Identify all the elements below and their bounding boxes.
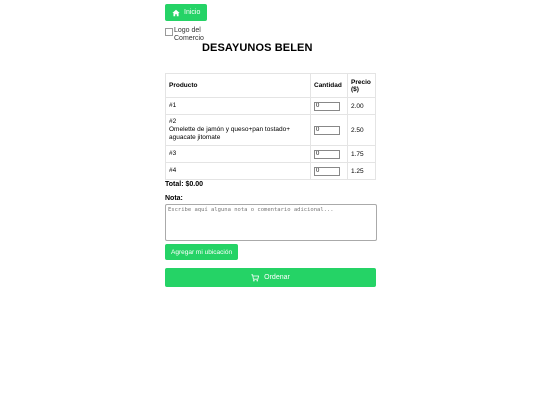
table-row: #2 Omelette de jamón y queso+pan tostado… xyxy=(165,114,376,146)
price-cell: 2.00 xyxy=(347,97,376,115)
cart-icon xyxy=(251,273,260,281)
home-icon xyxy=(172,9,180,16)
price-cell: 1.25 xyxy=(347,162,376,180)
add-location-button[interactable]: Agregar mi ubicación xyxy=(165,244,239,260)
quantity-cell xyxy=(310,145,348,163)
note-label: Nota: xyxy=(165,195,183,202)
order-total: Total: $0.00 xyxy=(165,181,203,188)
product-name: #2 Omelette de jamón y queso+pan tostado… xyxy=(165,114,311,146)
order-page: Inicio Logo del Comercio DESAYUNOS BELEN… xyxy=(0,0,540,405)
quantity-cell xyxy=(310,97,348,115)
home-button[interactable]: Inicio xyxy=(165,4,208,21)
column-header-price: Precio ($) xyxy=(347,73,376,98)
table-row: #4 1.25 xyxy=(165,162,376,180)
product-number: #2 xyxy=(169,118,177,125)
order-button[interactable]: Ordenar xyxy=(165,268,376,287)
product-name: #4 xyxy=(165,162,311,180)
product-number: #4 xyxy=(169,167,177,174)
order-button-label: Ordenar xyxy=(264,274,290,281)
table-row: #1 2.00 xyxy=(165,97,376,115)
quantity-cell xyxy=(310,114,348,146)
price-cell: 1.75 xyxy=(347,145,376,163)
add-location-label: Agregar mi ubicación xyxy=(171,248,233,256)
page-title: DESAYUNOS BELEN xyxy=(202,42,313,54)
logo-alt-text: Logo del Comercio xyxy=(174,27,204,42)
product-table: Producto Cantidad Precio ($) #1 2.00 #2 … xyxy=(165,73,376,180)
note-textarea[interactable] xyxy=(165,204,377,241)
table-row: #3 1.75 xyxy=(165,145,376,163)
home-button-label: Inicio xyxy=(184,9,201,16)
quantity-cell xyxy=(310,162,348,180)
product-description: Omelette de jamón y queso+pan tostado+ a… xyxy=(169,126,291,141)
store-logo: Logo del Comercio xyxy=(165,27,205,43)
product-number: #1 xyxy=(169,102,177,109)
column-header-quantity: Cantidad xyxy=(310,73,348,98)
product-name: #3 xyxy=(165,145,311,163)
broken-image-icon xyxy=(165,28,173,36)
table-header-row: Producto Cantidad Precio ($) xyxy=(165,73,376,98)
quantity-input[interactable] xyxy=(314,149,340,159)
product-name: #1 xyxy=(165,97,311,115)
quantity-input[interactable] xyxy=(314,125,340,135)
price-cell: 2.50 xyxy=(347,114,376,146)
quantity-input[interactable] xyxy=(314,101,340,111)
product-number: #3 xyxy=(169,150,177,157)
quantity-input[interactable] xyxy=(314,166,340,176)
column-header-product: Producto xyxy=(165,73,311,98)
